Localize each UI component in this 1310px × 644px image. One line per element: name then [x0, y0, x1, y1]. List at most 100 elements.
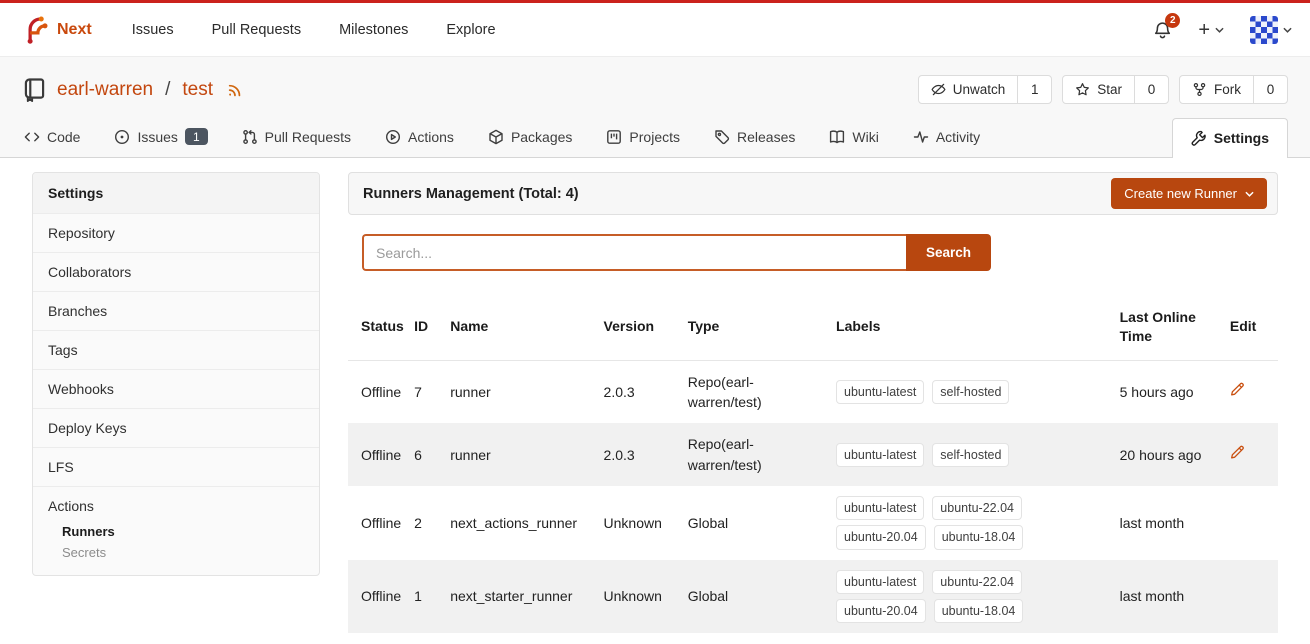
star-icon: [1075, 82, 1090, 97]
sidebar-item-lfs[interactable]: LFS: [33, 447, 319, 486]
brand-home-link[interactable]: Next: [18, 15, 92, 45]
runner-id: 6: [414, 423, 450, 486]
runner-last-online: last month: [1120, 560, 1230, 633]
tab-label: Activity: [936, 129, 980, 145]
runner-last-online: 5 hours ago: [1120, 360, 1230, 423]
label-chip: ubuntu-22.04: [932, 570, 1022, 594]
nav-item-explore[interactable]: Explore: [446, 22, 495, 38]
tab-packages[interactable]: Packages: [486, 118, 574, 157]
rss-icon[interactable]: [227, 81, 244, 98]
tab-label: Wiki: [852, 129, 878, 145]
sidebar-item-webhooks[interactable]: Webhooks: [33, 369, 319, 408]
create-new-dropdown[interactable]: +: [1198, 20, 1224, 40]
tab-pull-requests[interactable]: Pull Requests: [240, 118, 353, 157]
sidebar-item-runners[interactable]: Runners: [62, 521, 304, 542]
runner-id: 2: [414, 486, 450, 559]
edit-runner-button[interactable]: [1230, 445, 1245, 460]
nav-item-issues[interactable]: Issues: [132, 22, 174, 38]
runner-search-bar: Search: [362, 234, 1278, 271]
repo-icon: [22, 77, 47, 102]
nav-item-pull-requests[interactable]: Pull Requests: [212, 22, 301, 38]
runner-type: Global: [688, 486, 836, 559]
col-id: ID: [414, 294, 450, 360]
runner-version: Unknown: [604, 486, 688, 559]
repo-action-buttons: Unwatch 1 Star 0: [918, 75, 1288, 104]
sidebar-item-branches[interactable]: Branches: [33, 291, 319, 330]
repo-name-link[interactable]: test: [182, 79, 213, 101]
label-chip: ubuntu-latest: [836, 496, 924, 520]
edit-runner-button[interactable]: [1230, 382, 1245, 397]
pulse-icon: [913, 129, 929, 145]
chevron-down-icon: [1245, 191, 1254, 197]
col-edit: Edit: [1230, 294, 1278, 360]
tab-issues[interactable]: Issues 1: [112, 118, 209, 157]
star-label: Star: [1097, 82, 1122, 97]
runner-labels: ubuntu-latest ubuntu-22.04 ubuntu-20.04 …: [836, 570, 1036, 623]
table-row: Offline 2 next_actions_runner Unknown Gl…: [348, 486, 1278, 559]
fork-icon: [1192, 82, 1207, 97]
star-button[interactable]: Star 0: [1062, 75, 1169, 104]
settings-sidebar: Settings Repository Collaborators Branch…: [32, 172, 320, 576]
tab-actions[interactable]: Actions: [383, 118, 456, 157]
user-menu-dropdown[interactable]: [1250, 16, 1292, 44]
issues-count-badge: 1: [185, 128, 208, 145]
issue-icon: [114, 129, 130, 145]
nav-item-milestones[interactable]: Milestones: [339, 22, 408, 38]
watch-count[interactable]: 1: [1017, 76, 1051, 103]
notifications-button[interactable]: 2: [1153, 20, 1172, 40]
table-row: Offline 7 runner 2.0.3 Repo(earl-warren/…: [348, 360, 1278, 423]
tab-label: Settings: [1214, 130, 1269, 146]
panel-title: Runners Management (Total: 4): [363, 186, 579, 202]
fork-button[interactable]: Fork 0: [1179, 75, 1288, 104]
runner-status: Offline: [348, 360, 414, 423]
sidebar-title: Settings: [33, 173, 319, 213]
eye-slash-icon: [931, 82, 946, 97]
fork-label: Fork: [1214, 82, 1241, 97]
tab-code[interactable]: Code: [22, 118, 82, 157]
sidebar-item-deploy-keys[interactable]: Deploy Keys: [33, 408, 319, 447]
sidebar-item-repository[interactable]: Repository: [33, 213, 319, 252]
tab-wiki[interactable]: Wiki: [827, 118, 880, 157]
runner-type: Global: [688, 560, 836, 633]
tab-activity[interactable]: Activity: [911, 118, 982, 157]
create-runner-button[interactable]: Create new Runner: [1111, 178, 1267, 209]
unwatch-label: Unwatch: [953, 82, 1006, 97]
sidebar-item-actions[interactable]: Actions: [48, 498, 304, 514]
label-chip: ubuntu-latest: [836, 380, 924, 404]
table-row: Offline 6 runner 2.0.3 Repo(earl-warren/…: [348, 423, 1278, 486]
tab-projects[interactable]: Projects: [604, 118, 682, 157]
label-chip: self-hosted: [932, 443, 1009, 467]
col-status: Status: [348, 294, 414, 360]
runner-name: next_starter_runner: [450, 560, 603, 633]
runner-last-online: last month: [1120, 486, 1230, 559]
table-header-row: Status ID Name Version Type Labels Last …: [348, 294, 1278, 360]
notification-count-badge: 2: [1165, 13, 1180, 28]
navbar-right-cluster: 2 +: [1153, 16, 1292, 44]
unwatch-button[interactable]: Unwatch 1: [918, 75, 1053, 104]
search-button[interactable]: Search: [906, 234, 991, 271]
tab-label: Issues: [137, 129, 177, 145]
tab-settings[interactable]: Settings: [1172, 118, 1288, 158]
sidebar-item-tags[interactable]: Tags: [33, 330, 319, 369]
sidebar-item-collaborators[interactable]: Collaborators: [33, 252, 319, 291]
tab-releases[interactable]: Releases: [712, 118, 797, 157]
fork-count[interactable]: 0: [1253, 76, 1287, 103]
play-circle-icon: [385, 129, 401, 145]
star-count[interactable]: 0: [1134, 76, 1168, 103]
label-chip: ubuntu-18.04: [934, 599, 1024, 623]
search-input[interactable]: [362, 234, 906, 271]
create-runner-label: Create new Runner: [1124, 186, 1237, 201]
chevron-down-icon: [1283, 27, 1292, 33]
col-version: Version: [604, 294, 688, 360]
col-labels: Labels: [836, 294, 1120, 360]
forgejo-logo-icon: [18, 15, 48, 45]
runner-status: Offline: [348, 560, 414, 633]
sidebar-group-actions: Actions Runners Secrets: [33, 486, 319, 575]
tab-label: Actions: [408, 129, 454, 145]
runners-panel: Runners Management (Total: 4) Create new…: [348, 172, 1278, 633]
repo-header-region: earl-warren / test: [0, 57, 1310, 158]
runner-labels: ubuntu-latest ubuntu-22.04 ubuntu-20.04 …: [836, 496, 1036, 549]
repo-owner-link[interactable]: earl-warren: [57, 79, 153, 101]
sidebar-item-secrets[interactable]: Secrets: [62, 542, 304, 563]
tab-label: Code: [47, 129, 80, 145]
